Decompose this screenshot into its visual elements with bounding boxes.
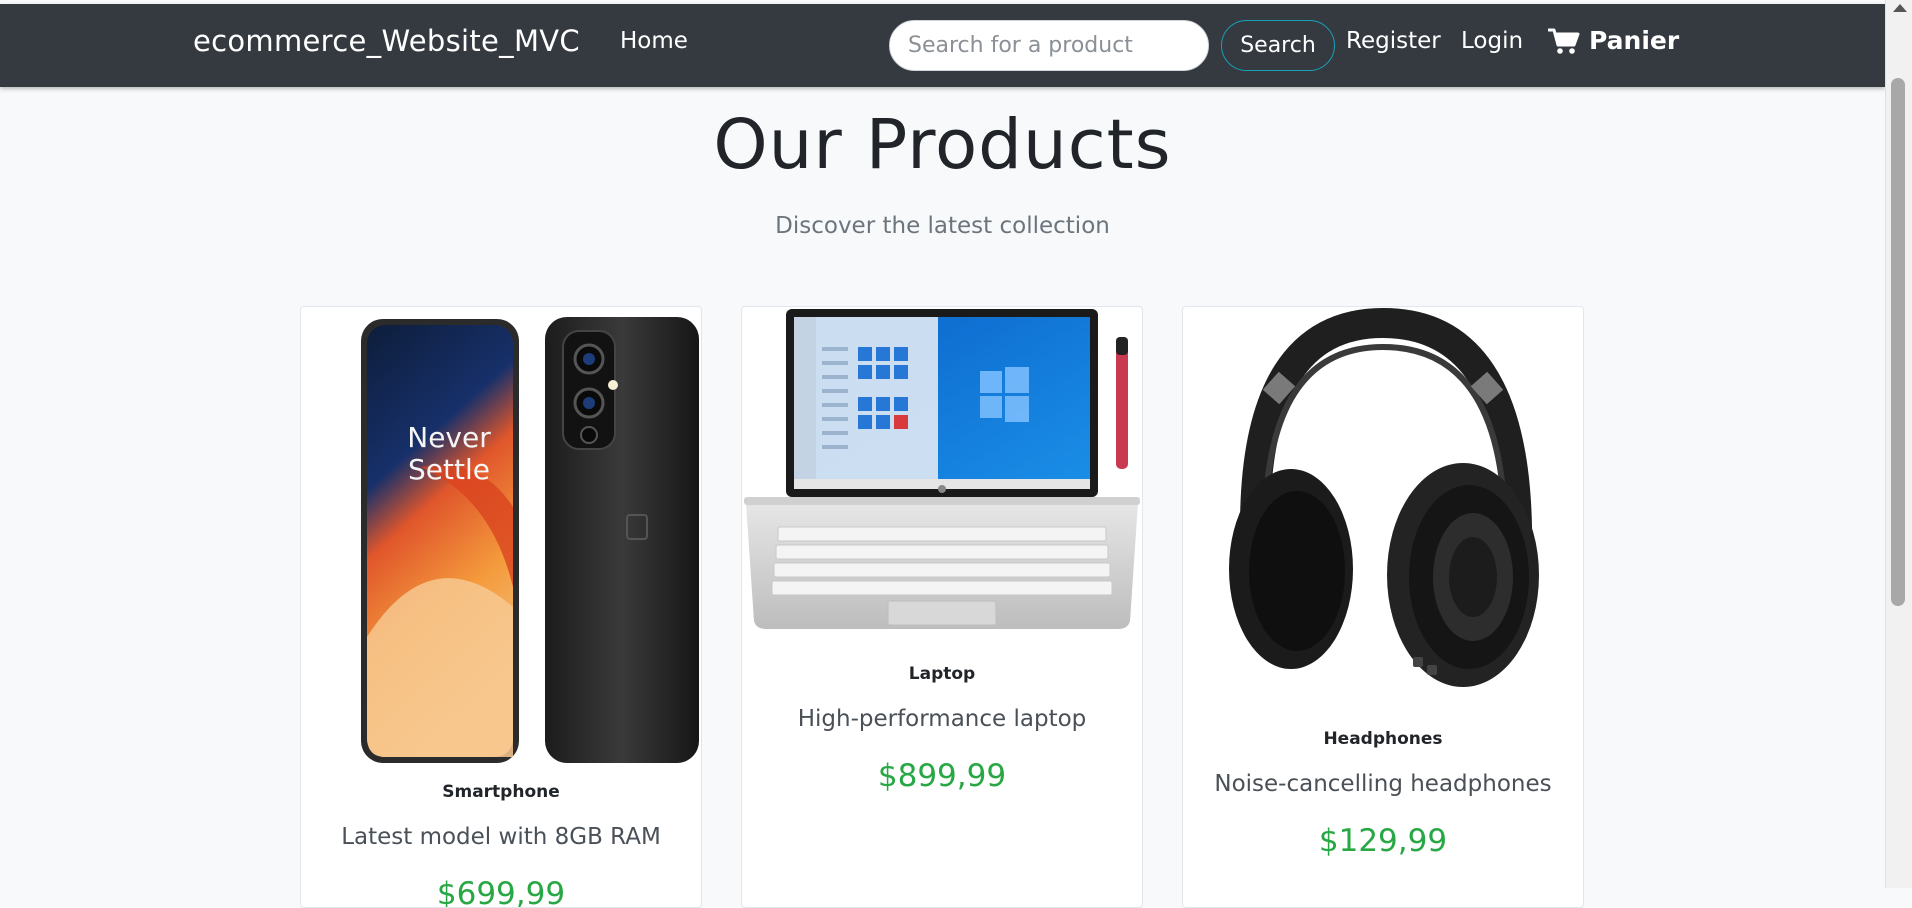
search-input[interactable] [889, 20, 1209, 71]
nav-cart-link[interactable]: Panier [1548, 26, 1679, 55]
product-description: Noise-cancelling headphones [1214, 771, 1552, 797]
product-name: Smartphone [442, 782, 560, 802]
page-subtitle: Discover the latest collection [775, 213, 1110, 239]
headphones-image [1229, 307, 1539, 687]
nav-home-link[interactable]: Home [620, 28, 688, 54]
product-name: Laptop [908, 664, 976, 684]
product-name: Headphones [1323, 729, 1443, 749]
product-card-laptop[interactable]: Laptop High-performance laptop $899,99 [741, 306, 1143, 908]
product-card-headphones[interactable]: Headphones Noise-cancelling headphones $… [1182, 306, 1584, 908]
page-title: Our Products [713, 105, 1172, 185]
cart-label: Panier [1589, 26, 1680, 55]
page-scrollbar[interactable] [1885, 0, 1912, 888]
search-button[interactable]: Search [1221, 20, 1335, 71]
product-description: Latest model with 8GB RAM [341, 824, 661, 850]
laptop-image [744, 309, 1140, 629]
nav-login-link[interactable]: Login [1461, 28, 1523, 54]
product-card-smartphone[interactable]: Never Settle Smartphone Latest model wit… [300, 306, 702, 908]
brand-link[interactable]: ecommerce_Website_MVC [193, 24, 580, 58]
product-price: $899,99 [877, 758, 1007, 794]
nav-register-link[interactable]: Register [1346, 28, 1441, 54]
svg-text:Settle: Settle [408, 453, 490, 486]
product-price: $699,99 [436, 876, 566, 908]
svg-text:Never: Never [407, 421, 491, 454]
product-description: High-performance laptop [797, 706, 1087, 732]
scrollbar-thumb[interactable] [1891, 78, 1905, 606]
smartphone-image: Never Settle [361, 317, 699, 763]
scroll-up-arrow-icon[interactable] [1893, 4, 1907, 12]
navbar: ecommerce_Website_MVC Home Search Regist… [0, 4, 1885, 87]
product-price: $129,99 [1318, 823, 1448, 859]
shopping-cart-icon [1548, 27, 1580, 55]
